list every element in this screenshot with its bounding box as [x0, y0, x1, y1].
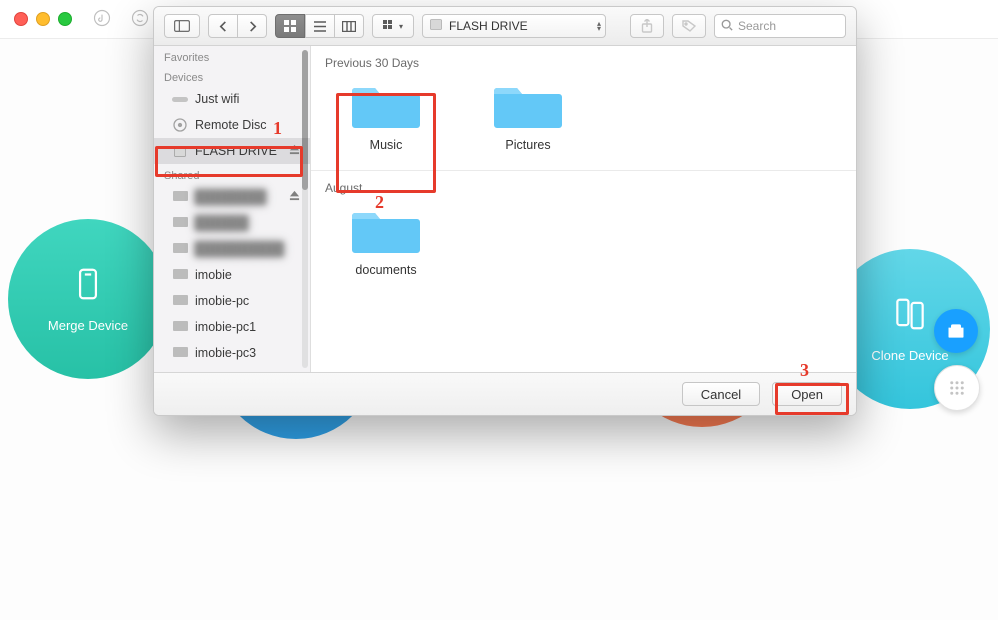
right-side-icons	[934, 309, 980, 411]
sidebar-item-label: Remote Disc	[195, 118, 267, 132]
search-input[interactable]: Search	[714, 14, 846, 38]
icon-view-button[interactable]	[275, 14, 305, 38]
sidebar-item-imobie[interactable]: imobie	[154, 262, 310, 288]
monitor-icon	[172, 243, 188, 255]
folder-icon	[493, 80, 563, 130]
timecapsule-icon	[172, 93, 188, 105]
phone-merge-icon	[69, 265, 107, 306]
sidebar-item-label: ██████	[195, 216, 248, 230]
merge-label: Merge Device	[48, 318, 128, 333]
share-button[interactable]	[630, 14, 664, 38]
dialog-content: Previous 30 Days Music Pictures August	[311, 46, 856, 372]
chevron-updown-icon: ▴▾	[597, 21, 601, 31]
app-toolbar-icons	[92, 8, 150, 31]
monitor-icon	[172, 217, 188, 229]
search-placeholder: Search	[738, 19, 776, 33]
close-window-button[interactable]	[14, 12, 28, 26]
monitor-icon	[172, 191, 188, 203]
dialog-toolbar: ▾ FLASH DRIVE ▴▾ Search	[154, 7, 856, 46]
sidebar-item-label: imobie-pc3	[195, 346, 256, 360]
maximize-window-button[interactable]	[58, 12, 72, 26]
sidebar-item-flash-drive[interactable]: FLASH DRIVE	[154, 138, 310, 164]
sidebar-item-label: ████████	[195, 190, 266, 204]
sidebar-item-label: FLASH DRIVE	[195, 144, 277, 158]
folder-music[interactable]: Music	[339, 80, 433, 152]
shared-header: Shared	[154, 164, 310, 184]
sidebar-item-imobie-pc[interactable]: imobie-pc	[154, 288, 310, 314]
sidebar-item-label: Just wifi	[195, 92, 239, 106]
sidebar-item-imobie-pc3[interactable]: imobie-pc3	[154, 340, 310, 366]
eject-icon[interactable]	[289, 190, 300, 204]
window-traffic-lights	[14, 12, 72, 26]
dialog-sidebar: Favorites Devices Just wifi Remote Disc …	[154, 46, 311, 372]
open-label: Open	[791, 387, 823, 402]
merge-device-circle[interactable]: Merge Device	[8, 219, 168, 379]
column-view-button[interactable]	[335, 14, 364, 38]
disc-icon	[172, 119, 188, 131]
refresh-icon[interactable]	[130, 8, 150, 31]
back-button[interactable]	[208, 14, 238, 38]
tags-button[interactable]	[672, 14, 706, 38]
drive-icon	[172, 145, 188, 157]
sidebar-scrollbar-thumb[interactable]	[302, 50, 308, 190]
forward-button[interactable]	[238, 14, 267, 38]
folder-icon	[351, 205, 421, 255]
sidebar-item-label: imobie-pc	[195, 294, 249, 308]
sidebar-item-label: imobie	[195, 268, 232, 282]
search-icon	[721, 19, 733, 34]
folder-label: Music	[370, 138, 403, 152]
folder-label: documents	[355, 263, 416, 277]
open-button[interactable]: Open	[772, 382, 842, 406]
sidebar-item-shared-3[interactable]: ██████████	[154, 236, 310, 262]
folder-documents[interactable]: documents	[339, 205, 433, 277]
sidebar-item-remote-disc[interactable]: Remote Disc	[154, 112, 310, 138]
music-note-icon[interactable]	[92, 8, 112, 31]
monitor-icon	[172, 321, 188, 333]
sidebar-item-label: ██████████	[195, 242, 284, 256]
folder-icon	[351, 80, 421, 130]
drive-icon	[429, 18, 443, 34]
cancel-button[interactable]: Cancel	[682, 382, 760, 406]
monitor-icon	[172, 347, 188, 359]
dialog-footer: Cancel Open	[154, 372, 856, 415]
sidebar-toggle-button[interactable]	[164, 14, 200, 38]
monitor-icon	[172, 269, 188, 281]
cancel-label: Cancel	[701, 387, 741, 402]
open-file-dialog: ▾ FLASH DRIVE ▴▾ Search Favorites Device…	[153, 6, 857, 416]
minimize-window-button[interactable]	[36, 12, 50, 26]
monitor-icon	[172, 295, 188, 307]
location-dropdown[interactable]: FLASH DRIVE ▴▾	[422, 14, 606, 38]
section-previous-30-days: Previous 30 Days	[311, 46, 856, 76]
eject-icon[interactable]	[289, 144, 300, 158]
sidebar-item-shared-1[interactable]: ████████	[154, 184, 310, 210]
grid-icon[interactable]	[934, 365, 980, 411]
folder-pictures[interactable]: Pictures	[481, 80, 575, 152]
favorites-header: Favorites	[154, 46, 310, 66]
nav-buttons	[208, 14, 267, 38]
sidebar-item-label: imobie-pc1	[195, 320, 256, 334]
folder-label: Pictures	[505, 138, 550, 152]
phones-icon	[891, 295, 929, 336]
sidebar-item-shared-2[interactable]: ██████	[154, 210, 310, 236]
arrange-button[interactable]: ▾	[372, 14, 414, 38]
sidebar-item-just-wifi[interactable]: Just wifi	[154, 86, 310, 112]
devices-header: Devices	[154, 66, 310, 86]
section-august: August	[311, 171, 856, 201]
view-buttons	[275, 14, 364, 38]
location-label: FLASH DRIVE	[449, 19, 528, 33]
list-view-button[interactable]	[305, 14, 335, 38]
toolbox-icon[interactable]	[934, 309, 978, 353]
sidebar-item-imobie-pc1[interactable]: imobie-pc1	[154, 314, 310, 340]
